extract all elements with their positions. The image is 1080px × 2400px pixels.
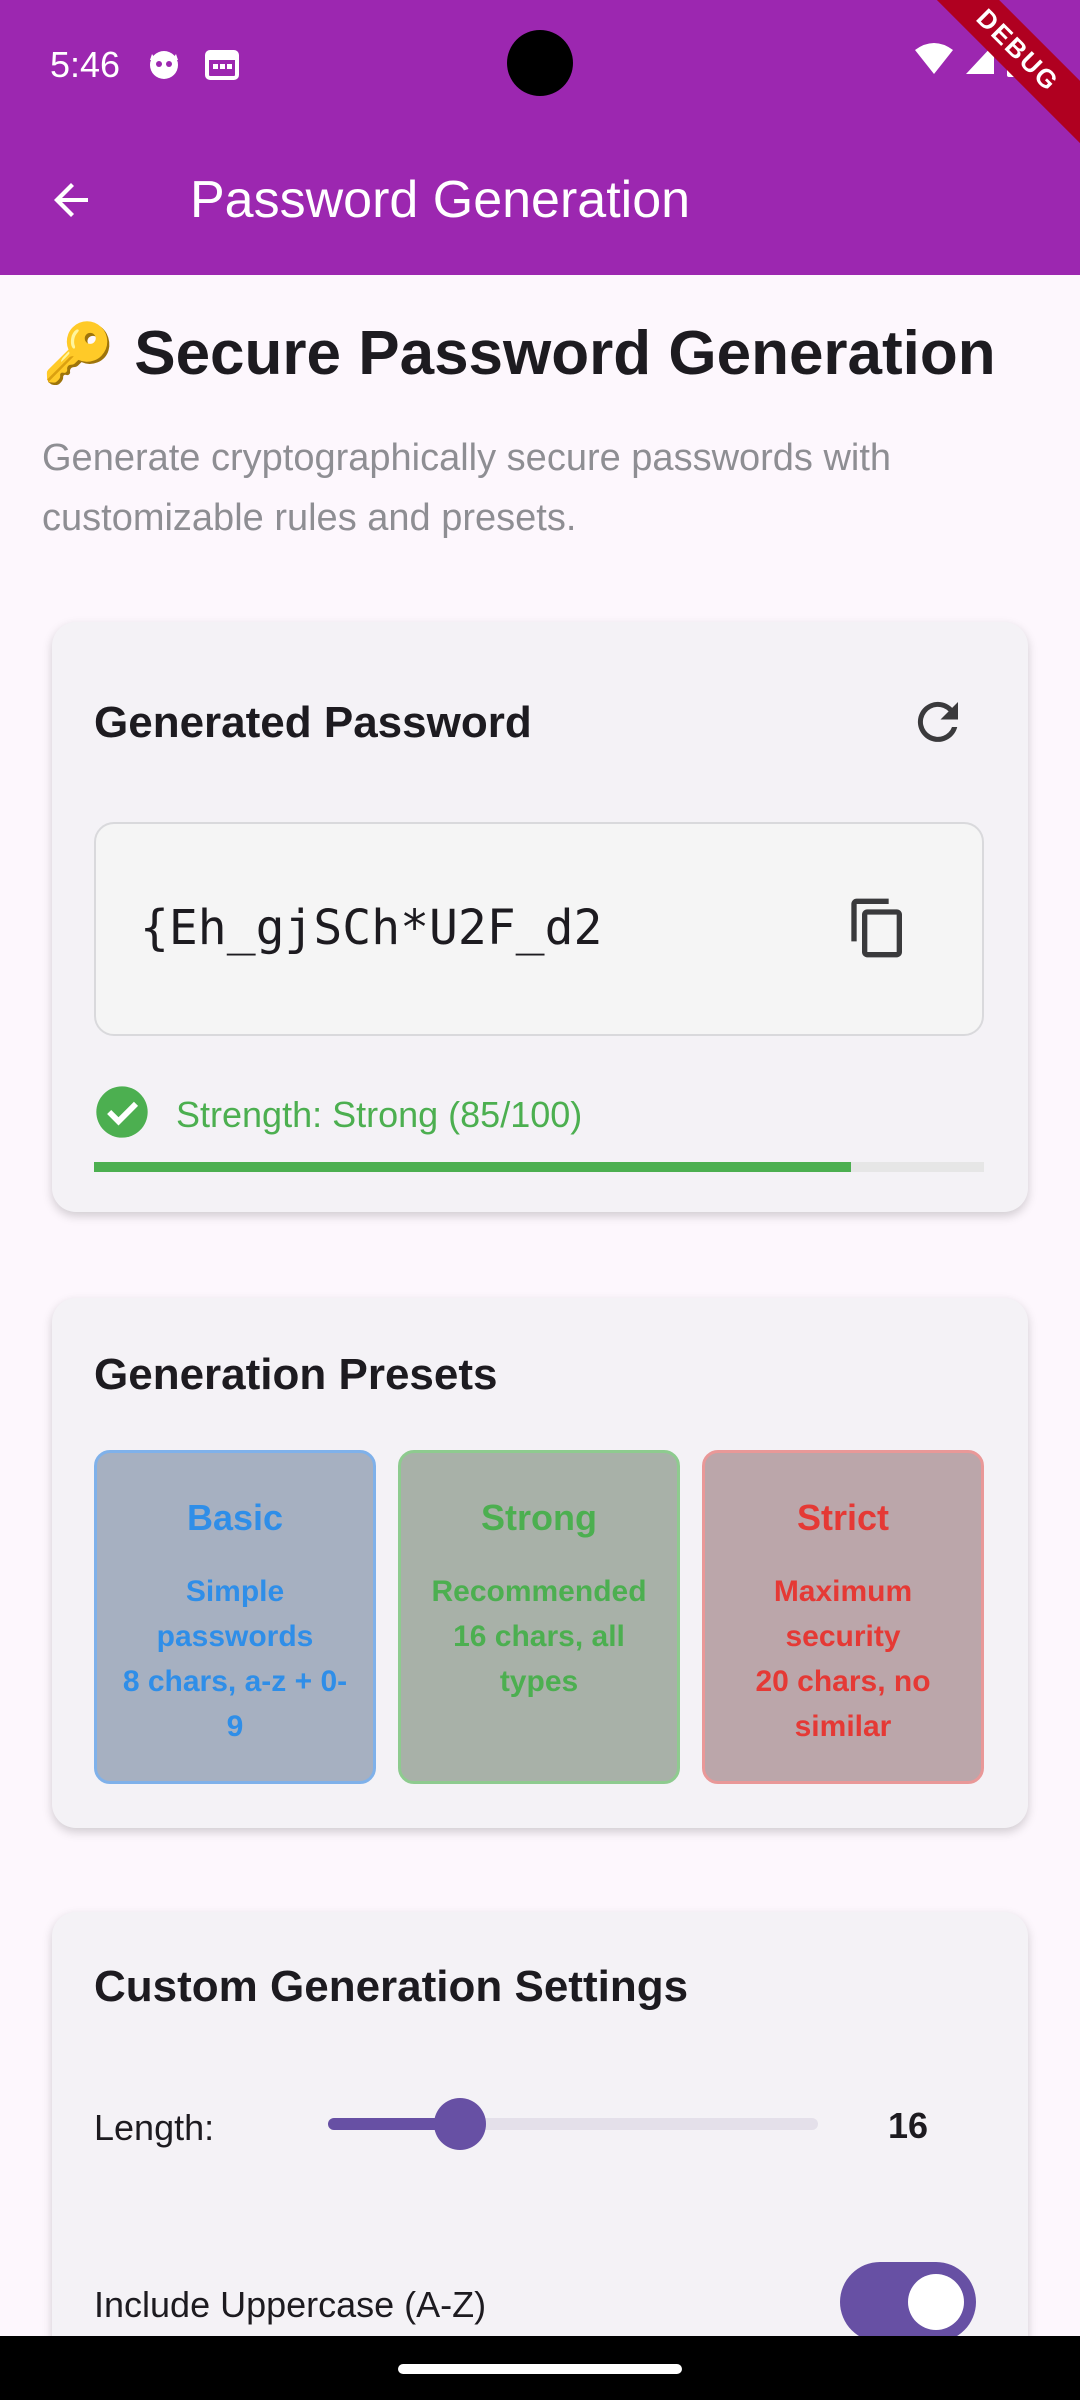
length-label: Length: bbox=[94, 2107, 215, 2148]
preset-strict[interactable]: Strict Maximum security 20 chars, no sim… bbox=[702, 1450, 984, 1784]
calendar-icon bbox=[204, 46, 240, 82]
preset-desc-line2: 20 chars, no similar bbox=[755, 1665, 931, 1743]
app-header: 5:46 DEBUG Password Generation bbox=[0, 0, 1080, 275]
page-subtitle: Generate cryptographically secure passwo… bbox=[42, 437, 892, 539]
back-button[interactable] bbox=[36, 166, 108, 238]
preset-desc-line1: Maximum security bbox=[773, 1575, 913, 1653]
arrow-back-icon bbox=[48, 176, 96, 229]
preset-basic[interactable]: Basic Simple passwords 8 chars, a-z + 0-… bbox=[94, 1450, 376, 1784]
strength-text: Strength: Strong (85/100) bbox=[176, 1093, 583, 1135]
preset-desc-line2: 16 chars, all types bbox=[453, 1620, 625, 1698]
password-text: {Eh_gjSCh*U2F_d2 bbox=[140, 900, 603, 956]
status-bar: 5:46 DEBUG bbox=[0, 0, 1080, 151]
custom-settings-title: Custom Generation Settings bbox=[94, 1962, 689, 2011]
copy-icon bbox=[846, 898, 910, 964]
check-circle-icon bbox=[94, 1084, 150, 1145]
page-title-text: Secure Password Generation bbox=[134, 319, 996, 388]
preset-desc-line1: Simple passwords bbox=[156, 1575, 314, 1653]
toolbar: Password Generation bbox=[0, 128, 1080, 275]
app-title: Password Generation bbox=[190, 171, 691, 229]
preset-description: Recommended 16 chars, all types bbox=[401, 1569, 677, 1704]
copy-button[interactable] bbox=[846, 896, 910, 960]
preset-name: Strong bbox=[481, 1497, 597, 1538]
refresh-button[interactable] bbox=[908, 692, 968, 752]
preset-name: Strict bbox=[796, 1497, 890, 1538]
generated-password-title: Generated Password bbox=[94, 698, 532, 747]
length-value: 16 bbox=[887, 2105, 928, 2146]
generation-presets-card: Generation Presets Basic Simple password… bbox=[52, 1298, 1028, 1828]
presets-title: Generation Presets bbox=[94, 1350, 498, 1399]
password-display: {Eh_gjSCh*U2F_d2 bbox=[94, 822, 984, 1036]
strength-indicator: Strength: Strong (85/100) bbox=[94, 1084, 582, 1145]
status-time: 5:46 bbox=[50, 44, 121, 85]
preset-desc-line1: Recommended bbox=[431, 1575, 647, 1608]
key-icon: 🔑 bbox=[42, 320, 115, 386]
preset-name: Basic bbox=[186, 1497, 284, 1538]
page-title: 🔑 Secure Password Generation bbox=[42, 318, 996, 389]
cat-notification-icon bbox=[146, 46, 182, 82]
custom-settings-card: Custom Generation Settings Length: 16 In… bbox=[52, 1912, 1028, 2400]
home-gesture-handle[interactable] bbox=[398, 2364, 682, 2374]
preset-description: Simple passwords 8 chars, a-z + 0-9 bbox=[97, 1569, 373, 1749]
system-nav-bar bbox=[0, 2336, 1080, 2400]
presets-row: Basic Simple passwords 8 chars, a-z + 0-… bbox=[94, 1450, 984, 1784]
preset-strong[interactable]: Strong Recommended 16 chars, all types bbox=[398, 1450, 680, 1784]
generated-password-card: Generated Password {Eh_gjSCh*U2F_d2 Stre… bbox=[52, 622, 1028, 1212]
preset-desc-line2: 8 chars, a-z + 0-9 bbox=[122, 1665, 348, 1743]
strength-bar bbox=[94, 1162, 984, 1172]
uppercase-label: Include Uppercase (A-Z) bbox=[94, 2284, 487, 2325]
front-camera bbox=[507, 30, 573, 96]
preset-description: Maximum security 20 chars, no similar bbox=[705, 1569, 981, 1749]
length-slider[interactable] bbox=[328, 2098, 818, 2150]
length-slider-thumb[interactable] bbox=[434, 2098, 487, 2150]
refresh-icon bbox=[908, 701, 968, 756]
strength-bar-fill bbox=[94, 1162, 851, 1172]
uppercase-toggle-knob bbox=[908, 2274, 964, 2330]
uppercase-toggle[interactable] bbox=[840, 2262, 976, 2342]
